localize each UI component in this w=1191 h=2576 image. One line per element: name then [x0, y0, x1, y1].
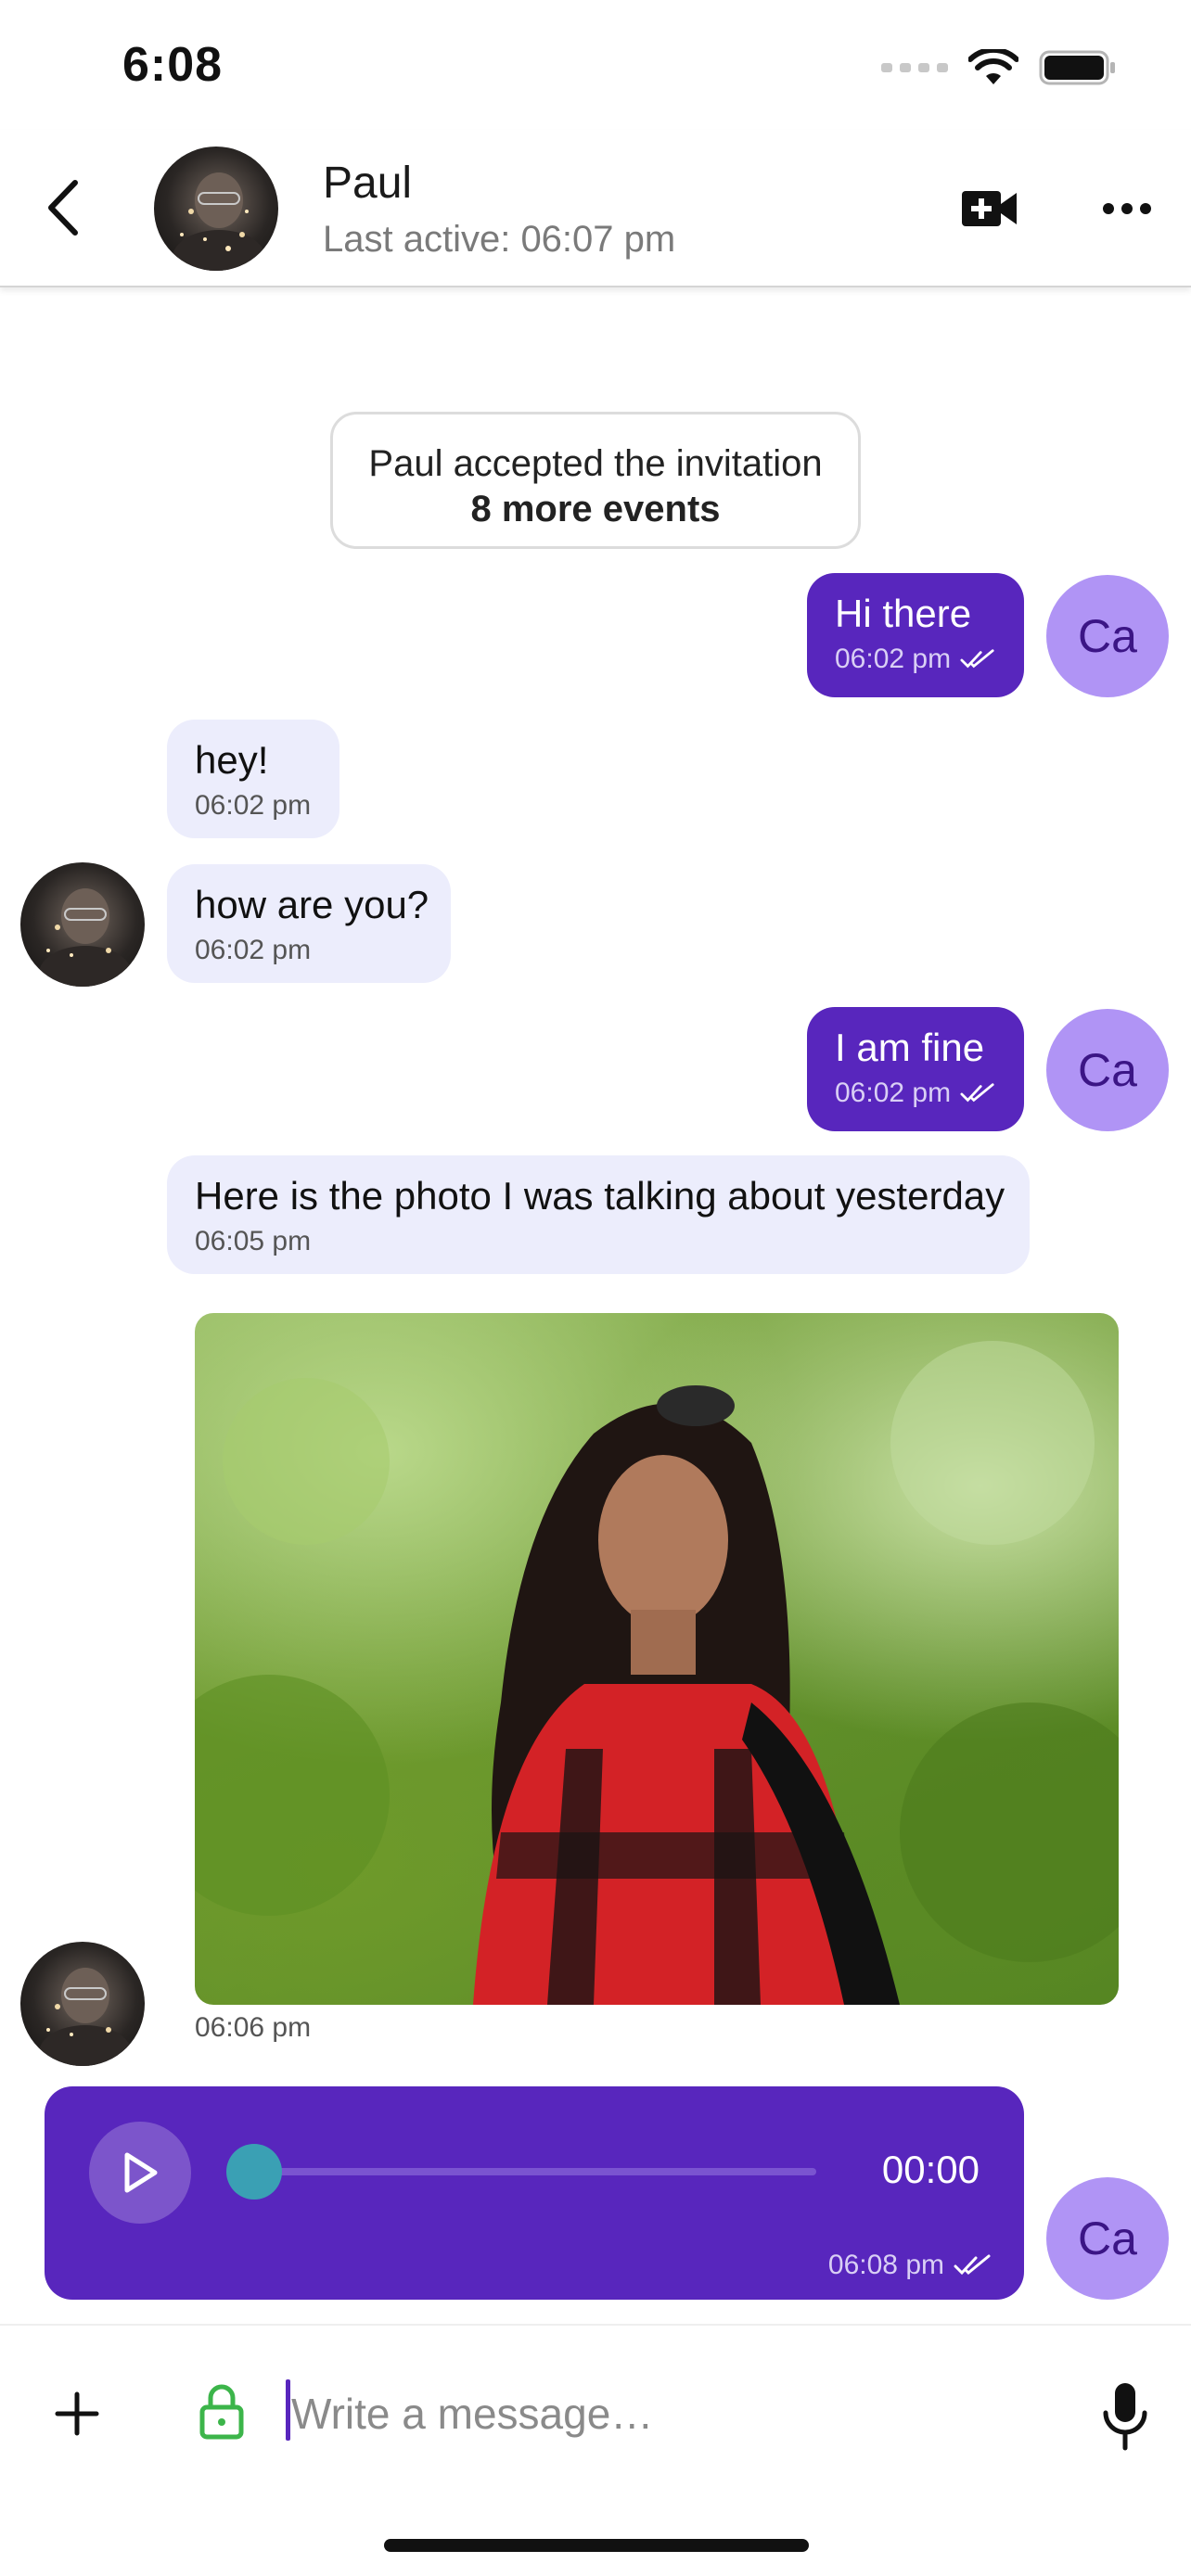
more-options-button[interactable]: [1095, 185, 1159, 232]
message-text: Here is the photo I was talking about ye…: [195, 1174, 1005, 1218]
user-avatar[interactable]: Ca: [1046, 2177, 1169, 2300]
message-time: 06:05 pm: [195, 1226, 312, 1256]
message-time: 06:02 pm: [835, 644, 952, 674]
double-check-icon: [960, 649, 994, 669]
message-meta: 06:02 pm: [835, 1078, 996, 1109]
dot: [1140, 203, 1151, 214]
audio-progress-track[interactable]: [256, 2168, 816, 2175]
photo-message[interactable]: [195, 1313, 1119, 2005]
system-event-pill[interactable]: Paul accepted the invitation 8 more even…: [330, 412, 861, 549]
message-bubble-incoming[interactable]: hey! 06:02 pm: [167, 720, 339, 838]
message-meta: 06:02 pm: [835, 644, 996, 675]
message-text: Hi there: [835, 592, 972, 635]
lock-icon: [198, 2381, 245, 2441]
message-meta: 06:02 pm: [195, 935, 423, 966]
dot: [1103, 203, 1114, 214]
message-time: 06:02 pm: [195, 935, 312, 965]
play-icon: [124, 2152, 158, 2193]
message-meta: 06:08 pm: [828, 2250, 992, 2281]
user-avatar[interactable]: Ca: [1046, 1009, 1169, 1131]
double-check-icon: [954, 2254, 991, 2276]
chevron-left-icon: [48, 180, 78, 236]
chat-screen: 6:08 Paul Last active: 06:07 pm Paul acc…: [0, 0, 1191, 2576]
contact-name: Paul: [323, 159, 413, 208]
message-bubble-outgoing[interactable]: I am fine 06:02 pm: [807, 1007, 1024, 1131]
last-active-status: Last active: 06:07 pm: [323, 219, 676, 260]
status-icons: [881, 45, 1117, 91]
avatar-photo: [173, 172, 265, 271]
play-button[interactable]: [89, 2122, 191, 2224]
dot: [1121, 203, 1133, 214]
video-camera-icon: [962, 191, 1017, 226]
voice-message-bubble[interactable]: 00:00 06:08 pm: [45, 2086, 1024, 2300]
message-text: hey!: [195, 738, 269, 782]
message-text: I am fine: [835, 1026, 985, 1069]
message-composer: [0, 2324, 1191, 2491]
message-bubble-incoming[interactable]: Here is the photo I was talking about ye…: [167, 1155, 1030, 1274]
voice-record-button[interactable]: [1100, 2379, 1150, 2454]
avatar-photo: [39, 1968, 132, 2066]
message-text: how are you?: [195, 883, 429, 926]
more-events-link[interactable]: 8 more events: [333, 487, 858, 531]
photo-image: [195, 1341, 1119, 2005]
contact-avatar[interactable]: [20, 1942, 145, 2066]
battery-icon: [1039, 50, 1115, 85]
avatar-photo: [39, 888, 132, 987]
chat-header: Paul Last active: 06:07 pm: [0, 130, 1191, 287]
status-time: 6:08: [122, 38, 224, 92]
message-bubble-outgoing[interactable]: Hi there 06:02 pm: [807, 573, 1024, 697]
home-indicator[interactable]: [384, 2539, 809, 2552]
status-bar: 6:08: [0, 0, 1191, 130]
message-meta: 06:02 pm: [195, 790, 312, 822]
message-time: 06:06 pm: [195, 2012, 312, 2043]
contact-avatar[interactable]: [154, 147, 278, 271]
message-time: 06:02 pm: [835, 1078, 952, 1108]
message-time: 06:02 pm: [195, 790, 312, 821]
message-input[interactable]: [286, 2372, 1046, 2455]
message-time: 06:08 pm: [827, 2250, 944, 2280]
audio-scrubber-handle[interactable]: [226, 2144, 282, 2200]
message-meta: 06:05 pm: [195, 1226, 1002, 1257]
contact-avatar[interactable]: [20, 862, 145, 987]
video-call-button[interactable]: [959, 185, 1020, 232]
audio-duration: 00:00: [881, 2148, 980, 2191]
back-button[interactable]: [33, 171, 91, 245]
double-check-icon: [960, 1083, 994, 1103]
add-attachment-button[interactable]: [50, 2387, 104, 2441]
event-text: Paul accepted the invitation: [368, 443, 823, 484]
message-bubble-incoming[interactable]: how are you? 06:02 pm: [167, 864, 451, 983]
plus-icon: [55, 2391, 99, 2436]
cellular-signal-icon: [881, 63, 948, 72]
wifi-icon: [968, 49, 1018, 84]
user-avatar[interactable]: Ca: [1046, 575, 1169, 697]
microphone-icon: [1103, 2383, 1147, 2451]
